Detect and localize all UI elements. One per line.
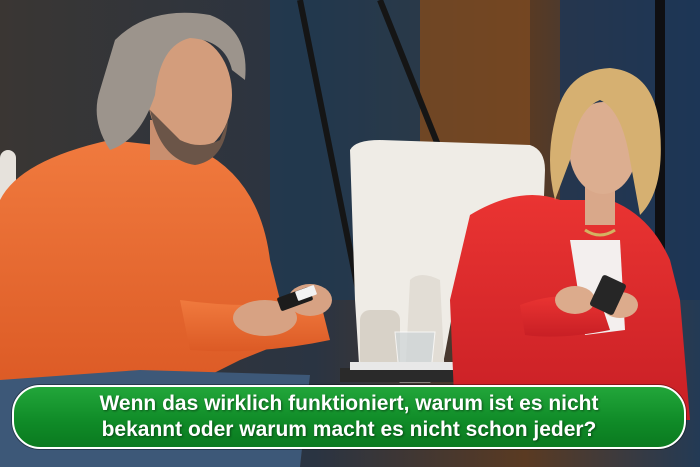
paper-stack <box>350 362 470 370</box>
tv-still: Wenn das wirklich funktioniert, warum is… <box>0 0 700 467</box>
chair-arm <box>360 310 400 370</box>
subtitle-banner: Wenn das wirklich funktioniert, warum is… <box>12 385 686 449</box>
hand <box>555 286 595 314</box>
subtitle-line-1: Wenn das wirklich funktioniert, warum is… <box>99 392 599 415</box>
subtitle-line-2: bekannt oder warum macht es nicht schon … <box>101 418 597 441</box>
